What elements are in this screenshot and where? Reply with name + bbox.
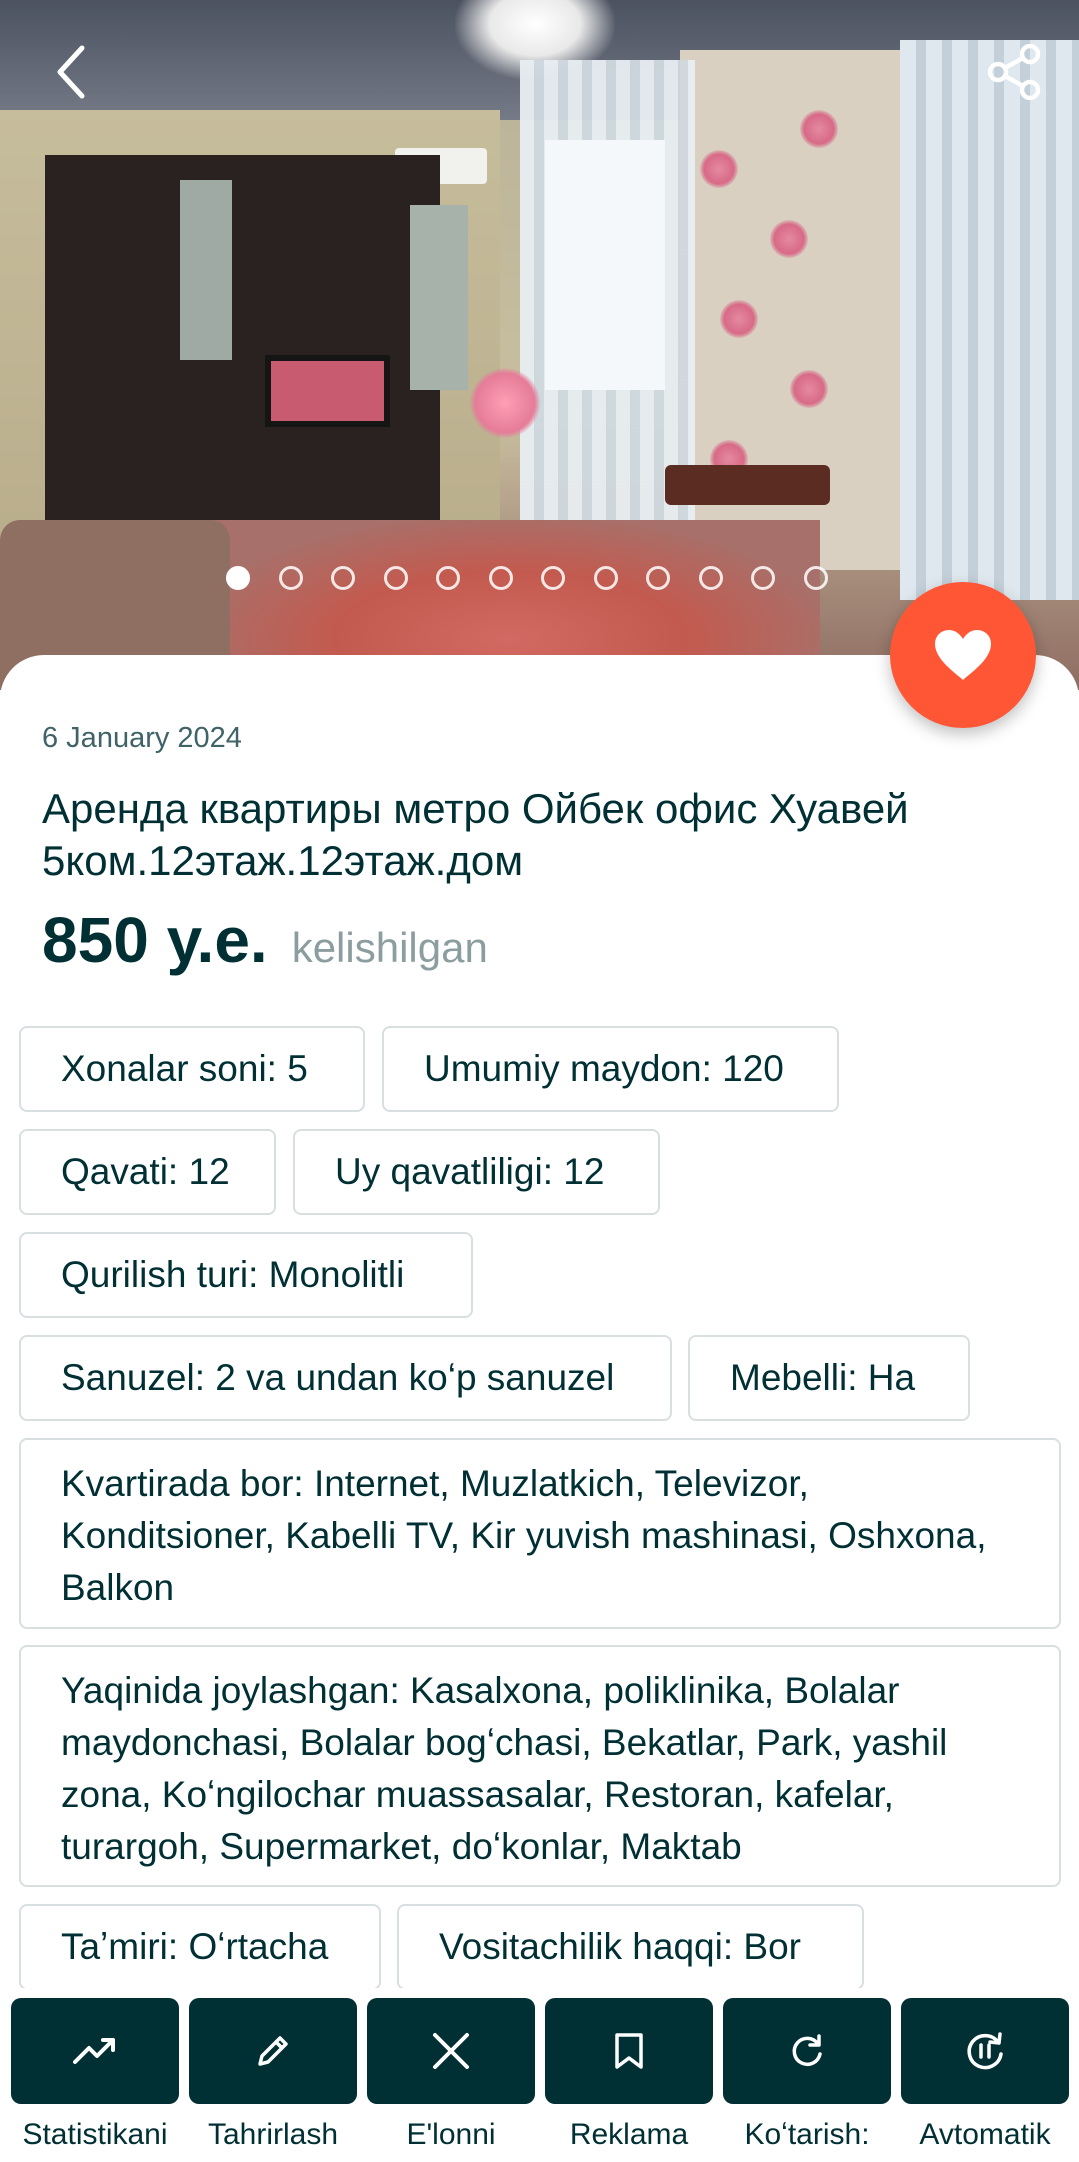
chevron-left-icon: [57, 45, 85, 99]
owner-actions-bar: Statistikani Tahrirlash E'lonni Reklama: [0, 1988, 1079, 2162]
promote-action[interactable]: Reklama: [545, 1998, 713, 2162]
auto-renew-button[interactable]: [901, 1998, 1069, 2104]
photo-fan: [470, 368, 540, 438]
refresh-icon: [792, 2034, 822, 2067]
param-chip: Xonalar soni: 5: [19, 1026, 365, 1112]
deactivate-button[interactable]: [367, 1998, 535, 2104]
gallery-dot[interactable]: [541, 566, 565, 590]
price-row: 850 у.е. kelishilgan: [42, 903, 488, 977]
auto-renew-icon: [967, 2032, 1003, 2070]
photo-cabinet: [45, 155, 440, 535]
photo-tv: [265, 355, 390, 427]
action-label: Avtomatik: [919, 2118, 1051, 2151]
gallery-dot[interactable]: [226, 566, 250, 590]
photo-window: [545, 140, 665, 390]
param-chip: Mebelli: Ha: [688, 1335, 970, 1421]
param-chip: Kvartirada bor: Internet, Muzlatkich, Te…: [19, 1438, 1061, 1629]
param-chip: Vositachilik haqqi: Bor: [397, 1904, 864, 1990]
gallery-dot[interactable]: [698, 566, 723, 590]
price-negotiable-label: kelishilgan: [291, 924, 488, 971]
share-button[interactable]: [983, 40, 1047, 104]
gallery-dot[interactable]: [331, 566, 355, 590]
gallery-pagination: [0, 566, 1079, 592]
heart-icon: [935, 630, 991, 680]
gallery-dot[interactable]: [488, 566, 513, 590]
param-chip: Umumiy maydon: 120: [382, 1026, 839, 1112]
photo-curtain-right: [900, 40, 1079, 600]
photo-cabinet-glass: [180, 180, 232, 360]
auto-renew-action[interactable]: Avtomatik: [901, 1998, 1069, 2162]
listing-photo[interactable]: [0, 0, 1079, 690]
share-icon: [988, 44, 1041, 100]
listing-date: 6 January 2024: [42, 722, 242, 754]
gallery-dot[interactable]: [593, 566, 618, 590]
photo-table: [665, 465, 830, 505]
pencil-icon: [258, 2036, 288, 2066]
listing-price: 850 у.е.: [42, 904, 268, 976]
statistics-button[interactable]: [11, 1998, 179, 2104]
listing-title: Аренда квартиры метро Ойбек офис Хуавей …: [42, 785, 909, 884]
action-label: Reklama: [569, 2118, 689, 2151]
param-chip: Sanuzel: 2 va undan koʻp sanuzel: [19, 1335, 672, 1421]
param-chip: Taʼmiri: Oʻrtacha: [19, 1904, 381, 1990]
deactivate-action[interactable]: E'lonni: [367, 1998, 535, 2162]
gallery-dot[interactable]: [646, 566, 670, 590]
action-label: E'lonni: [406, 2118, 496, 2151]
gallery-dot[interactable]: [803, 566, 828, 590]
action-label: Statistikani: [22, 2118, 168, 2151]
gallery-dot[interactable]: [278, 566, 303, 590]
param-chip: Qavati: 12: [19, 1129, 276, 1215]
param-chip: Uy qavatliligi: 12: [293, 1129, 660, 1215]
back-button[interactable]: [40, 40, 104, 104]
gallery-dot[interactable]: [751, 566, 775, 590]
trending-up-icon: [73, 2038, 115, 2064]
param-chip: Yaqinida joylashgan: Kasalxona, poliklin…: [19, 1645, 1061, 1887]
close-icon: [433, 2033, 469, 2069]
edit-action[interactable]: Tahrirlash: [189, 1998, 357, 2162]
bookmark-icon: [615, 2033, 643, 2069]
gallery-dot[interactable]: [436, 566, 460, 590]
gallery-dot[interactable]: [383, 566, 408, 590]
photo-cabinet-glass: [410, 205, 468, 390]
edit-button[interactable]: [189, 1998, 357, 2104]
favorite-button[interactable]: [890, 582, 1036, 728]
param-chip: Qurilish turi: Monolitli: [19, 1232, 473, 1318]
action-label: Koʻtarish:: [744, 2118, 870, 2151]
statistics-action[interactable]: Statistikani: [11, 1998, 179, 2162]
promote-button[interactable]: [545, 1998, 713, 2104]
bump-action[interactable]: Koʻtarish:: [723, 1998, 891, 2162]
action-label: Tahrirlash: [207, 2118, 339, 2151]
bump-button[interactable]: [723, 1998, 891, 2104]
